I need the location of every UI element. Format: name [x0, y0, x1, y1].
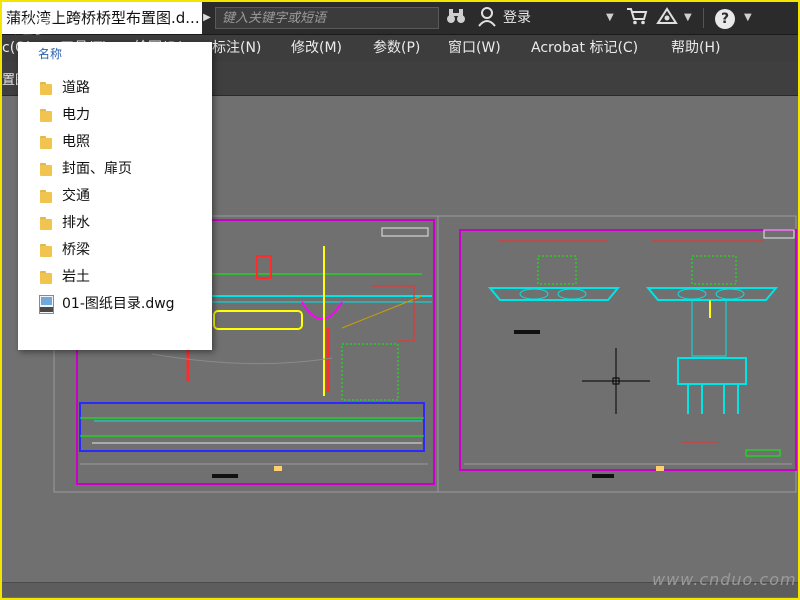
network-dropdown-caret-icon[interactable]: ▼ — [684, 7, 692, 29]
sheet-1-plan-view — [79, 402, 425, 452]
sheet-1-red-marker — [256, 255, 272, 279]
cart-icon[interactable] — [625, 7, 649, 29]
list-item-label: 封面、扉页 — [62, 161, 132, 177]
list-item[interactable]: 交通 — [18, 183, 212, 210]
sheet-1-highlight-box — [213, 310, 303, 330]
network-icon[interactable] — [655, 7, 679, 29]
list-item[interactable]: 桥梁 — [18, 237, 212, 264]
list-item-label: 01-图纸目录.dwg — [62, 296, 175, 312]
folder-icon — [40, 163, 52, 176]
menu-item-modify[interactable]: 修改(M) — [291, 35, 342, 61]
toolbar-separator — [703, 8, 704, 28]
sheet-2-scale-bar — [592, 474, 614, 478]
sheet-1-pier-arc — [301, 301, 343, 320]
help-icon[interactable]: ? — [715, 9, 735, 29]
list-item[interactable]: 01-图纸目录.dwg — [18, 291, 212, 318]
search-input[interactable]: 键入关键字或短语 — [215, 7, 439, 29]
folder-icon — [40, 217, 52, 230]
list-item-label: 桥梁 — [62, 242, 90, 258]
sheet-1-ground-line — [151, 353, 333, 365]
sheet-2-piles — [687, 384, 739, 414]
list-item[interactable]: 道路 — [18, 75, 212, 102]
folder-icon — [40, 271, 52, 284]
folder-icon — [40, 190, 52, 203]
sheet-1-notes-block — [341, 343, 399, 401]
sheet-2-section-left — [487, 287, 621, 301]
sheet-2-label-right — [691, 255, 737, 285]
sheet-2-void-right-2 — [715, 288, 745, 300]
watermark: www.cnduo.com — [652, 570, 797, 589]
sheet-2-void-left-2 — [557, 288, 587, 300]
list-item-label: 交通 — [62, 188, 90, 204]
file-dropdown: 名称 道路 电力 电照 封面、扉页 交通 排水 桥梁 岩土 01-图纸目录.dw… — [18, 42, 212, 350]
sheet-2-border — [459, 229, 797, 471]
sheet-1-titleblock-tag — [381, 227, 429, 237]
sheet-1-slope-line — [341, 295, 423, 329]
menu-item-dimension[interactable]: 标注(N) — [212, 35, 261, 61]
sheet-2-void-left-1 — [519, 288, 549, 300]
menu-item-acrobat-markup[interactable]: Acrobat 标记(C) — [531, 35, 638, 61]
list-item-label: 道路 — [62, 80, 90, 96]
title-bar: 蒲秋湾上跨桥桥型布置图.d... ▶ 键入关键字或短语 登录 ▼ ▼ ? ▼ — [2, 2, 798, 35]
folder-icon — [40, 136, 52, 149]
column-header-name[interactable]: 名称 — [38, 45, 62, 62]
sheet-1-page-mark — [274, 466, 282, 471]
sheet-2-note — [745, 449, 781, 457]
menu-item-parameters[interactable]: 参数(P) — [373, 35, 420, 61]
sheet-2-void-right-1 — [677, 288, 707, 300]
folder-icon — [40, 82, 52, 95]
user-icon[interactable] — [476, 7, 498, 29]
list-item-label: 电照 — [62, 134, 90, 150]
sheet-1-scale-bar — [212, 474, 238, 478]
list-item[interactable]: 排水 — [18, 210, 212, 237]
folder-icon — [40, 109, 52, 122]
list-item-label: 排水 — [62, 215, 90, 231]
login-button[interactable]: 登录 — [503, 7, 531, 29]
sheet-2-label-left — [537, 255, 577, 285]
sheet-2-section-right — [645, 287, 779, 301]
sheet-2 — [459, 229, 797, 478]
list-item-label: 电力 — [62, 107, 90, 123]
list-item[interactable]: 电照 — [18, 129, 212, 156]
list-item[interactable]: 电力 — [18, 102, 212, 129]
sheet-2-scale-left — [514, 330, 540, 334]
sheet-2-page-mark — [656, 466, 664, 471]
help-dropdown-caret-icon[interactable]: ▼ — [744, 7, 752, 29]
expand-arrow-icon[interactable]: ▶ — [200, 2, 214, 34]
watermark-top: 逐梦 — [14, 14, 54, 38]
menu-item-window[interactable]: 窗口(W) — [448, 35, 501, 61]
binoculars-icon[interactable] — [445, 7, 467, 29]
file-list: 道路 电力 电照 封面、扉页 交通 排水 桥梁 岩土 01-图纸目录.dwg — [18, 75, 212, 318]
list-item[interactable]: 岩土 — [18, 264, 212, 291]
crosshair-cursor — [582, 348, 650, 414]
list-item-label: 岩土 — [62, 269, 90, 285]
folder-icon — [40, 244, 52, 257]
dwg-file-icon — [39, 295, 54, 314]
menu-item-help[interactable]: 帮助(H) — [671, 35, 720, 61]
list-item[interactable]: 封面、扉页 — [18, 156, 212, 183]
sheet-2-pile-cap — [677, 357, 747, 385]
login-dropdown-caret-icon[interactable]: ▼ — [606, 7, 614, 29]
sheet-2-titleblock-tag — [763, 229, 795, 239]
